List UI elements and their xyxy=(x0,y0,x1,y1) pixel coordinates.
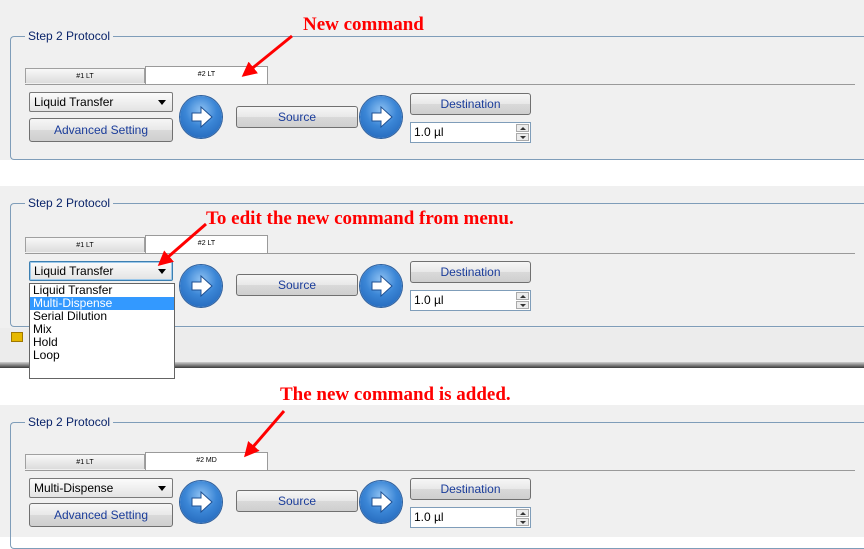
command-type-value: Liquid Transfer xyxy=(34,264,114,278)
callout-command-added: The new command is added. xyxy=(280,384,511,405)
tab-1-lt[interactable]: #1 LT xyxy=(25,454,145,469)
arrow-orb-icon[interactable] xyxy=(360,96,402,138)
arrow-orb-icon[interactable] xyxy=(180,96,222,138)
volume-value[interactable]: 1.0 µl xyxy=(414,510,444,524)
folder-icon xyxy=(11,332,23,342)
command-type-select[interactable]: Multi-Dispense xyxy=(29,478,173,498)
command-tabs: #1 LT #2 LT xyxy=(25,66,268,84)
command-type-select[interactable]: Liquid Transfer xyxy=(29,92,173,112)
command-type-value: Liquid Transfer xyxy=(34,95,114,109)
command-type-value: Multi-Dispense xyxy=(34,481,114,495)
spin-up-icon[interactable] xyxy=(516,292,529,300)
spin-down-icon[interactable] xyxy=(516,518,529,526)
source-button[interactable]: Source xyxy=(236,490,358,512)
volume-spinner[interactable]: 1.0 µl xyxy=(410,290,531,311)
volume-spinner[interactable]: 1.0 µl xyxy=(410,507,531,528)
destination-button[interactable]: Destination xyxy=(410,478,531,500)
tab-2-md[interactable]: #2 MD xyxy=(145,452,268,470)
volume-spinner[interactable]: 1.0 µl xyxy=(410,122,531,143)
spin-down-icon[interactable] xyxy=(516,301,529,309)
arrow-orb-icon[interactable] xyxy=(360,265,402,307)
spin-down-icon[interactable] xyxy=(516,133,529,141)
source-button[interactable]: Source xyxy=(236,106,358,128)
tab-1-lt[interactable]: #1 LT xyxy=(25,68,145,83)
volume-value[interactable]: 1.0 µl xyxy=(414,125,444,139)
advanced-setting-button[interactable]: Advanced Setting xyxy=(29,503,173,527)
command-tabs: #1 LT #2 LT xyxy=(25,235,268,253)
chevron-down-icon[interactable] xyxy=(158,269,166,274)
tab-2-lt[interactable]: #2 LT xyxy=(145,235,268,253)
chevron-down-icon[interactable] xyxy=(158,486,166,491)
callout-edit-command: To edit the new command from menu. xyxy=(206,208,514,229)
arrow-orb-icon[interactable] xyxy=(180,481,222,523)
group-legend: Step 2 Protocol xyxy=(25,29,114,43)
tab-1-lt[interactable]: #1 LT xyxy=(25,237,145,252)
destination-button[interactable]: Destination xyxy=(410,261,531,283)
source-button[interactable]: Source xyxy=(236,274,358,296)
group-legend: Step 2 Protocol xyxy=(25,415,114,429)
destination-button[interactable]: Destination xyxy=(410,93,531,115)
callout-new-command: New command xyxy=(303,14,424,35)
tab-2-lt[interactable]: #2 LT xyxy=(145,66,268,84)
advanced-setting-button[interactable]: Advanced Setting xyxy=(29,118,173,142)
arrow-orb-icon[interactable] xyxy=(180,265,222,307)
arrow-orb-icon[interactable] xyxy=(360,481,402,523)
chevron-down-icon[interactable] xyxy=(158,100,166,105)
command-tabs: #1 LT #2 MD xyxy=(25,452,268,470)
dropdown-item-loop[interactable]: Loop xyxy=(30,349,174,362)
command-type-dropdown: Liquid Transfer Multi-Dispense Serial Di… xyxy=(29,283,175,379)
spin-up-icon[interactable] xyxy=(516,124,529,132)
command-type-select[interactable]: Liquid Transfer xyxy=(29,261,173,281)
group-legend: Step 2 Protocol xyxy=(25,196,114,210)
volume-value[interactable]: 1.0 µl xyxy=(414,293,444,307)
spin-up-icon[interactable] xyxy=(516,509,529,517)
